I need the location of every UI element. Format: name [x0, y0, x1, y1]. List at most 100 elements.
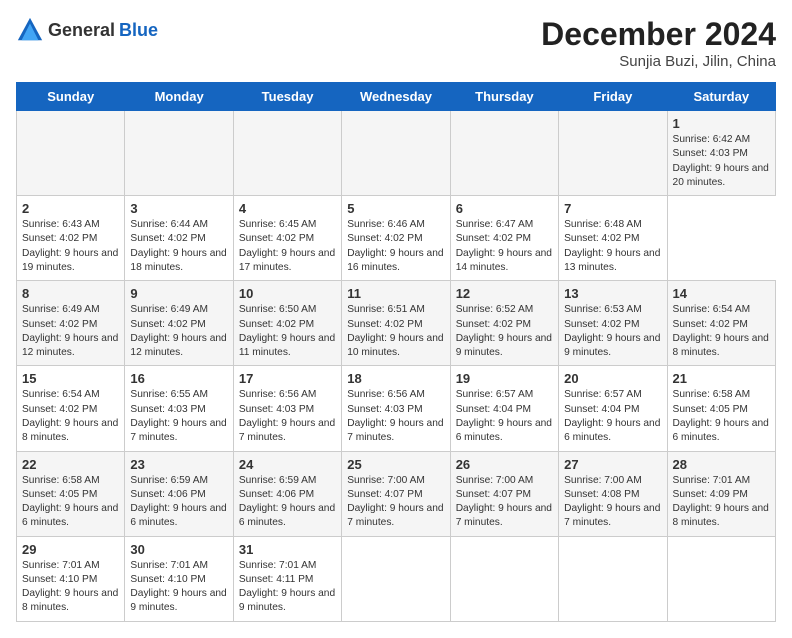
day-number: 25: [347, 457, 444, 472]
day-number: 4: [239, 201, 336, 216]
day-info: Sunrise: 7:00 AMSunset: 4:08 PMDaylight:…: [564, 475, 660, 529]
calendar-day-11: 11 Sunrise: 6:51 AMSunset: 4:02 PMDayligh…: [342, 281, 450, 366]
calendar-day-21: 21Sunrise: 6:58 AMSunset: 4:05 PMDayligh…: [667, 366, 775, 451]
empty-cell: [559, 536, 667, 621]
calendar-header-row: SundayMondayTuesdayWednesdayThursdayFrid…: [17, 83, 776, 111]
calendar-day-10: 10Sunrise: 6:50 AMSunset: 4:02 PMDayligh…: [233, 281, 341, 366]
empty-cell: [559, 111, 667, 196]
calendar-day-18: 18 Sunrise: 6:56 AMSunset: 4:03 PMDayligh…: [342, 366, 450, 451]
calendar-day-27: 27 Sunrise: 7:00 AMSunset: 4:08 PMDayligh…: [559, 451, 667, 536]
location-title: Sunjia Buzi, Jilin, China: [541, 53, 776, 70]
day-info: Sunrise: 6:52 AMSunset: 4:02 PMDaylight:…: [456, 304, 552, 358]
calendar-day-1: 1Sunrise: 6:42 AMSunset: 4:03 PMDaylight…: [667, 111, 775, 196]
day-number: 5: [347, 201, 444, 216]
day-info: Sunrise: 6:51 AMSunset: 4:02 PMDaylight:…: [347, 304, 443, 358]
page-header: General Blue December 2024 Sunjia Buzi, …: [16, 16, 776, 70]
day-info: Sunrise: 6:54 AMSunset: 4:02 PMDaylight:…: [673, 304, 769, 358]
day-info: Sunrise: 6:55 AMSunset: 4:03 PMDaylight:…: [130, 389, 226, 443]
calendar-day-17: 17Sunrise: 6:56 AMSunset: 4:03 PMDayligh…: [233, 366, 341, 451]
calendar-day-3: 3 Sunrise: 6:44 AMSunset: 4:02 PMDaylight…: [125, 196, 233, 281]
calendar-day-19: 19 Sunrise: 6:57 AMSunset: 4:04 PMDayligh…: [450, 366, 558, 451]
calendar-day-14: 14 Sunrise: 6:54 AMSunset: 4:02 PMDayligh…: [667, 281, 775, 366]
day-info: Sunrise: 6:56 AMSunset: 4:03 PMDaylight:…: [347, 389, 443, 443]
day-info: Sunrise: 7:00 AMSunset: 4:07 PMDaylight:…: [456, 475, 552, 529]
calendar-day-2: 2Sunrise: 6:43 AMSunset: 4:02 PMDaylight…: [17, 196, 125, 281]
empty-cell: [233, 111, 341, 196]
day-number: 3: [130, 201, 227, 216]
calendar-table: SundayMondayTuesdayWednesdayThursdayFrid…: [16, 82, 776, 622]
day-number: 21: [673, 371, 770, 386]
calendar-day-15: 15 Sunrise: 6:54 AMSunset: 4:02 PMDayligh…: [17, 366, 125, 451]
logo-text-general: General: [48, 20, 115, 41]
day-number: 16: [130, 371, 227, 386]
day-number: 18: [347, 371, 444, 386]
logo: General Blue: [16, 16, 158, 44]
day-info: Sunrise: 6:48 AMSunset: 4:02 PMDaylight:…: [564, 219, 660, 273]
day-number: 20: [564, 371, 661, 386]
day-number: 22: [22, 457, 119, 472]
day-info: Sunrise: 6:56 AMSunset: 4:03 PMDaylight:…: [239, 389, 335, 443]
day-number: 19: [456, 371, 553, 386]
day-info: Sunrise: 6:49 AMSunset: 4:02 PMDaylight:…: [22, 304, 118, 358]
calendar-week-5: 22 Sunrise: 6:58 AMSunset: 4:05 PMDayligh…: [17, 451, 776, 536]
day-number: 9: [130, 286, 227, 301]
calendar-week-3: 8 Sunrise: 6:49 AMSunset: 4:02 PMDaylight…: [17, 281, 776, 366]
day-info: Sunrise: 6:50 AMSunset: 4:02 PMDaylight:…: [239, 304, 335, 358]
day-info: Sunrise: 6:58 AMSunset: 4:05 PMDaylight:…: [22, 475, 118, 529]
day-info: Sunrise: 6:59 AMSunset: 4:06 PMDaylight:…: [239, 475, 335, 529]
logo-text-blue: Blue: [119, 20, 158, 41]
calendar-day-24: 24 Sunrise: 6:59 AMSunset: 4:06 PMDayligh…: [233, 451, 341, 536]
day-info: Sunrise: 7:00 AMSunset: 4:07 PMDaylight:…: [347, 475, 443, 529]
calendar-day-28: 28 Sunrise: 7:01 AMSunset: 4:09 PMDayligh…: [667, 451, 775, 536]
day-info: Sunrise: 6:49 AMSunset: 4:02 PMDaylight:…: [130, 304, 226, 358]
logo-icon: [16, 16, 44, 44]
calendar-day-25: 25 Sunrise: 7:00 AMSunset: 4:07 PMDayligh…: [342, 451, 450, 536]
calendar-day-22: 22 Sunrise: 6:58 AMSunset: 4:05 PMDayligh…: [17, 451, 125, 536]
day-info: Sunrise: 6:44 AMSunset: 4:02 PMDaylight:…: [130, 219, 226, 273]
day-info: Sunrise: 6:57 AMSunset: 4:04 PMDaylight:…: [456, 389, 552, 443]
day-info: Sunrise: 6:45 AMSunset: 4:02 PMDaylight:…: [239, 219, 335, 273]
calendar-day-30: 30Sunrise: 7:01 AMSunset: 4:10 PMDayligh…: [125, 536, 233, 621]
calendar-day-12: 12 Sunrise: 6:52 AMSunset: 4:02 PMDayligh…: [450, 281, 558, 366]
calendar-day-8: 8 Sunrise: 6:49 AMSunset: 4:02 PMDaylight…: [17, 281, 125, 366]
calendar-day-26: 26 Sunrise: 7:00 AMSunset: 4:07 PMDayligh…: [450, 451, 558, 536]
header-wednesday: Wednesday: [342, 83, 450, 111]
day-number: 26: [456, 457, 553, 472]
day-info: Sunrise: 6:47 AMSunset: 4:02 PMDaylight:…: [456, 219, 552, 273]
day-number: 12: [456, 286, 553, 301]
calendar-day-7: 7Sunrise: 6:48 AMSunset: 4:02 PMDaylight…: [559, 196, 667, 281]
calendar-day-6: 6Sunrise: 6:47 AMSunset: 4:02 PMDaylight…: [450, 196, 558, 281]
day-info: Sunrise: 6:42 AMSunset: 4:03 PMDaylight:…: [673, 134, 769, 188]
header-saturday: Saturday: [667, 83, 775, 111]
calendar-day-9: 9 Sunrise: 6:49 AMSunset: 4:02 PMDaylight…: [125, 281, 233, 366]
calendar-day-23: 23Sunrise: 6:59 AMSunset: 4:06 PMDayligh…: [125, 451, 233, 536]
day-info: Sunrise: 6:46 AMSunset: 4:02 PMDaylight:…: [347, 219, 443, 273]
header-friday: Friday: [559, 83, 667, 111]
calendar-day-20: 20 Sunrise: 6:57 AMSunset: 4:04 PMDayligh…: [559, 366, 667, 451]
day-info: Sunrise: 7:01 AMSunset: 4:09 PMDaylight:…: [673, 475, 769, 529]
day-number: 24: [239, 457, 336, 472]
month-title: December 2024: [541, 16, 776, 53]
title-block: December 2024 Sunjia Buzi, Jilin, China: [541, 16, 776, 70]
empty-cell: [125, 111, 233, 196]
header-sunday: Sunday: [17, 83, 125, 111]
empty-cell: [450, 111, 558, 196]
day-number: 15: [22, 371, 119, 386]
header-thursday: Thursday: [450, 83, 558, 111]
day-number: 8: [22, 286, 119, 301]
day-number: 31: [239, 542, 336, 557]
day-number: 28: [673, 457, 770, 472]
day-number: 27: [564, 457, 661, 472]
day-info: Sunrise: 6:54 AMSunset: 4:02 PMDaylight:…: [22, 389, 118, 443]
day-info: Sunrise: 6:57 AMSunset: 4:04 PMDaylight:…: [564, 389, 660, 443]
day-info: Sunrise: 7:01 AMSunset: 4:10 PMDaylight:…: [130, 560, 226, 614]
day-number: 11: [347, 286, 444, 301]
empty-cell: [450, 536, 558, 621]
empty-cell: [667, 536, 775, 621]
day-number: 23: [130, 457, 227, 472]
calendar-week-1: 1Sunrise: 6:42 AMSunset: 4:03 PMDaylight…: [17, 111, 776, 196]
empty-cell: [342, 536, 450, 621]
day-number: 29: [22, 542, 119, 557]
calendar-day-29: 29Sunrise: 7:01 AMSunset: 4:10 PMDayligh…: [17, 536, 125, 621]
day-number: 14: [673, 286, 770, 301]
